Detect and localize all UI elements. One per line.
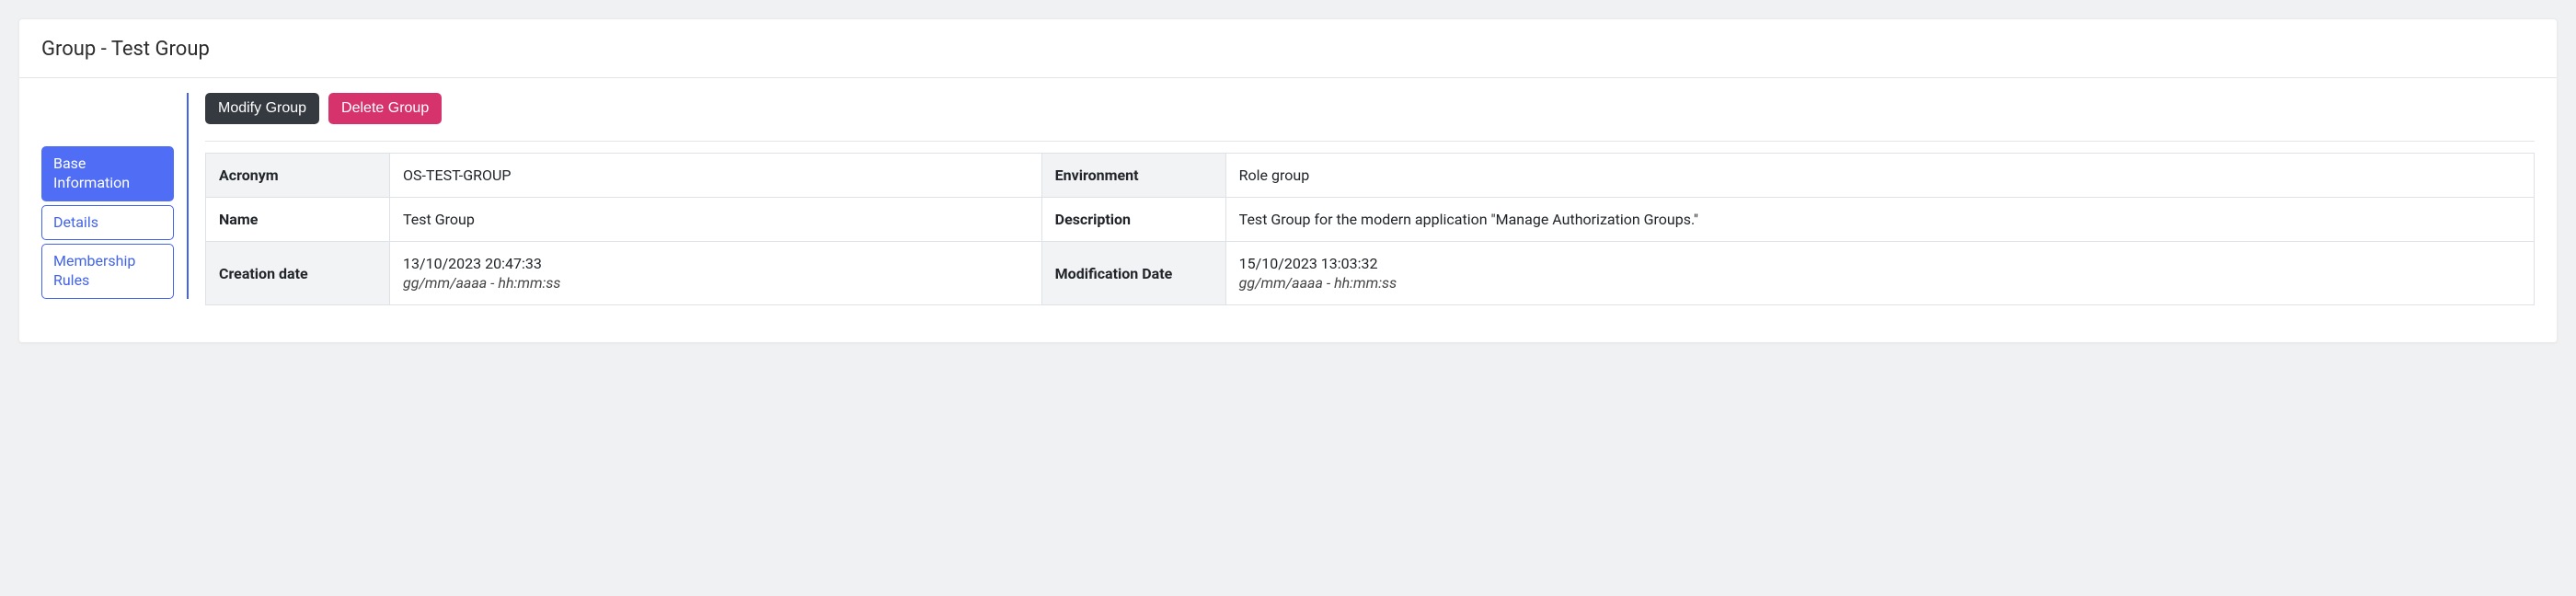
card-header: Group - Test Group [19, 19, 2557, 78]
group-card: Group - Test Group Base Information Deta… [18, 18, 2558, 343]
nav-item-label: Details [53, 213, 98, 231]
modification-date-format: gg/mm/aaaa - hh:mm:ss [1239, 274, 2521, 292]
label-environment: Environment [1041, 154, 1225, 198]
creation-date-format: gg/mm/aaaa - hh:mm:ss [403, 274, 1029, 292]
table-row: Creation date 13/10/2023 20:47:33 gg/mm/… [206, 242, 2535, 305]
table-row: Name Test Group Description Test Group f… [206, 198, 2535, 242]
main-panel: Modify Group Delete Group Acronym OS-TES… [205, 93, 2535, 305]
delete-group-button[interactable]: Delete Group [328, 93, 442, 124]
divider [205, 141, 2535, 142]
tab-membership-rules[interactable]: Membership Rules [41, 244, 174, 299]
nav-item-label: Base Information [53, 155, 130, 191]
side-nav: Base Information Details Membership Rule… [41, 93, 189, 299]
tab-details[interactable]: Details [41, 205, 174, 241]
value-acronym: OS-TEST-GROUP [390, 154, 1042, 198]
action-row: Modify Group Delete Group [205, 93, 2535, 141]
card-body: Base Information Details Membership Rule… [19, 78, 2557, 342]
value-modification-date: 15/10/2023 13:03:32 gg/mm/aaaa - hh:mm:s… [1225, 242, 2534, 305]
label-acronym: Acronym [206, 154, 390, 198]
table-row: Acronym OS-TEST-GROUP Environment Role g… [206, 154, 2535, 198]
label-name: Name [206, 198, 390, 242]
nav-item-label: Membership Rules [53, 252, 135, 289]
creation-date-text: 13/10/2023 20:47:33 [403, 255, 542, 272]
modify-group-button[interactable]: Modify Group [205, 93, 319, 124]
nav-list: Base Information Details Membership Rule… [41, 146, 174, 299]
value-description: Test Group for the modern application "M… [1225, 198, 2534, 242]
value-creation-date: 13/10/2023 20:47:33 gg/mm/aaaa - hh:mm:s… [390, 242, 1042, 305]
page-title: Group - Test Group [41, 38, 2535, 61]
value-name: Test Group [390, 198, 1042, 242]
modification-date-text: 15/10/2023 13:03:32 [1239, 255, 1378, 272]
label-description: Description [1041, 198, 1225, 242]
label-modification-date: Modification Date [1041, 242, 1225, 305]
tab-base-information[interactable]: Base Information [41, 146, 174, 201]
label-creation-date: Creation date [206, 242, 390, 305]
info-table: Acronym OS-TEST-GROUP Environment Role g… [205, 153, 2535, 305]
value-environment: Role group [1225, 154, 2534, 198]
